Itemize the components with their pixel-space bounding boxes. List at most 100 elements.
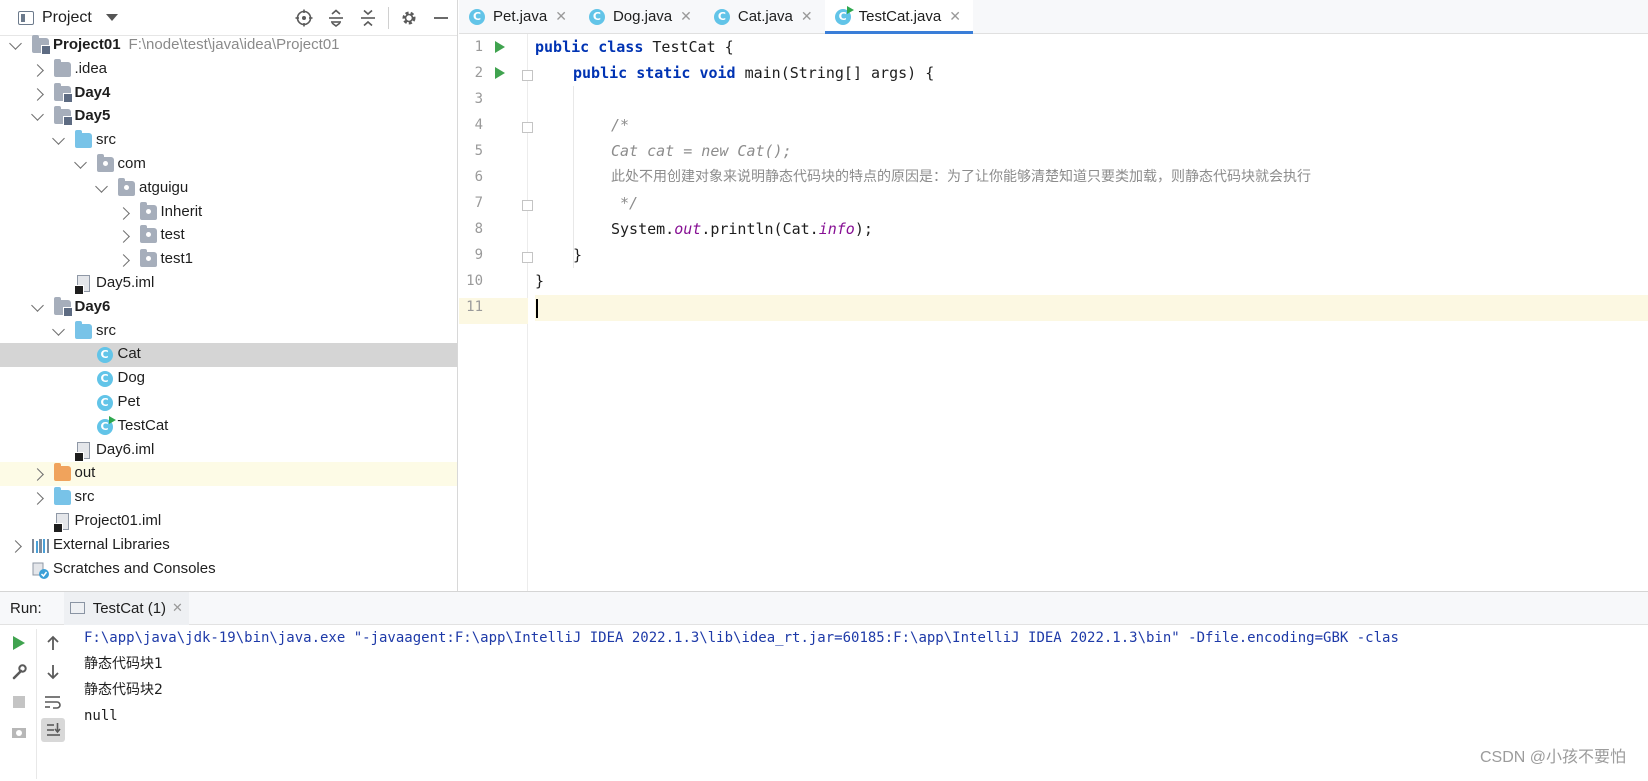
fold-marker-icon[interactable] bbox=[522, 252, 533, 263]
chevron-down-icon[interactable] bbox=[105, 14, 118, 21]
chevron-down-icon[interactable] bbox=[9, 37, 22, 50]
up-arrow-icon[interactable] bbox=[41, 631, 65, 655]
chevron-right-icon[interactable] bbox=[30, 492, 44, 506]
fold-marker-icon[interactable] bbox=[522, 200, 533, 211]
close-icon[interactable]: ✕ bbox=[949, 8, 961, 25]
tree-item-text: out bbox=[74, 464, 96, 482]
editor-tab-dog-java[interactable]: C Dog.java ✕ bbox=[579, 0, 704, 33]
rerun-icon[interactable] bbox=[7, 631, 31, 655]
chevron-right-icon[interactable] bbox=[30, 63, 44, 77]
stop-icon[interactable] bbox=[7, 690, 31, 714]
code-text: TestCat { bbox=[643, 38, 734, 56]
tree-item-scratches-and-consoles[interactable]: Scratches and Consoles bbox=[0, 558, 457, 582]
chevron-down-icon[interactable] bbox=[52, 132, 65, 146]
package-icon bbox=[118, 177, 135, 196]
tree-item-atguigu[interactable]: atguigu bbox=[0, 177, 457, 201]
tree-item-test1[interactable]: test1 bbox=[0, 248, 457, 272]
tab-label: TestCat.java bbox=[858, 8, 942, 25]
tree-item-testcat[interactable]: C TestCat bbox=[0, 415, 457, 439]
down-arrow-icon[interactable] bbox=[41, 660, 65, 684]
tree-item-project01[interactable]: Project01 F:\node\test\java\idea\Project0… bbox=[0, 34, 457, 58]
project-tool-window: Project Project01 F:\node\test\java\idea\… bbox=[0, 0, 458, 591]
chevron-right-icon[interactable] bbox=[30, 468, 44, 482]
code-text: .println(Cat. bbox=[701, 220, 819, 238]
scroll-to-end-icon[interactable] bbox=[41, 718, 65, 742]
line-number: 10 bbox=[466, 273, 483, 289]
class-icon: C bbox=[96, 347, 113, 364]
chevron-right-icon[interactable] bbox=[30, 87, 44, 101]
chevron-down-icon[interactable] bbox=[52, 322, 65, 336]
run-config-tab[interactable]: TestCat (1) ✕ bbox=[63, 591, 189, 625]
runnable-class-icon: C bbox=[96, 415, 116, 435]
console-output-line: 静态代码块2 bbox=[84, 682, 163, 698]
collapse-all-icon[interactable] bbox=[352, 0, 384, 36]
tree-item-text: TestCat bbox=[117, 416, 169, 434]
tree-item-day5[interactable]: Day5 bbox=[0, 105, 457, 129]
locate-icon[interactable] bbox=[288, 0, 320, 36]
tree-item-day4[interactable]: Day4 bbox=[0, 82, 457, 106]
tree-item--idea[interactable]: .idea bbox=[0, 58, 457, 82]
tree-item-dog[interactable]: C Dog bbox=[0, 367, 457, 391]
tree-item-inherit[interactable]: Inherit bbox=[0, 201, 457, 225]
minimize-icon[interactable] bbox=[425, 0, 457, 36]
project-view-selector[interactable]: Project bbox=[42, 9, 92, 27]
fold-marker-icon[interactable] bbox=[522, 70, 533, 81]
close-icon[interactable]: ✕ bbox=[680, 8, 692, 25]
editor-tab-cat-java[interactable]: C Cat.java ✕ bbox=[704, 0, 825, 33]
tab-label: Pet.java bbox=[493, 8, 548, 25]
tree-item-label: Dog bbox=[118, 369, 146, 386]
code-editor[interactable]: public class TestCat { public static voi… bbox=[535, 34, 1648, 591]
line-number: 3 bbox=[474, 91, 483, 107]
tree-item-out[interactable]: out bbox=[0, 462, 457, 487]
chevron-right-icon[interactable] bbox=[116, 230, 130, 244]
module-folder-icon bbox=[53, 296, 73, 317]
close-icon[interactable]: ✕ bbox=[172, 600, 183, 616]
soft-wrap-icon[interactable] bbox=[41, 690, 65, 714]
fold-marker-icon[interactable] bbox=[522, 122, 533, 133]
tree-item-external-libraries[interactable]: External Libraries bbox=[0, 534, 457, 558]
expand-all-icon[interactable] bbox=[320, 0, 352, 36]
tree-item-src[interactable]: src bbox=[0, 129, 457, 153]
watermark: CSDN @小孩不要怕 bbox=[1479, 749, 1626, 766]
project-toolbar bbox=[288, 0, 457, 36]
tree-item-src[interactable]: src bbox=[0, 320, 457, 344]
tree-item-com[interactable]: com bbox=[0, 153, 457, 177]
editor-tab-pet-java[interactable]: C Pet.java ✕ bbox=[459, 0, 579, 33]
tree-item-day6[interactable]: Day6 bbox=[0, 296, 457, 320]
chevron-down-icon[interactable] bbox=[30, 298, 44, 312]
class-icon: C bbox=[713, 8, 730, 25]
tree-item-text: Project01 bbox=[53, 36, 121, 53]
code-line-5: Cat cat = new Cat(); bbox=[611, 142, 792, 160]
tree-item-src[interactable]: src bbox=[0, 486, 457, 510]
tree-item-project01-iml[interactable]: Project01.iml bbox=[0, 510, 457, 534]
tree-item-day5-iml[interactable]: Day5.iml bbox=[0, 272, 457, 296]
wrench-icon[interactable] bbox=[7, 660, 31, 684]
chevron-right-icon[interactable] bbox=[116, 206, 130, 220]
chevron-down-icon[interactable] bbox=[73, 156, 87, 169]
chevron-right-icon[interactable] bbox=[116, 254, 130, 268]
gear-icon[interactable] bbox=[393, 0, 425, 36]
iml-file-icon bbox=[74, 274, 90, 295]
code-line-4: /* bbox=[611, 116, 630, 134]
tree-item-pet[interactable]: C Pet bbox=[0, 391, 457, 415]
camera-icon[interactable] bbox=[7, 720, 31, 744]
tree-item-test[interactable]: test bbox=[0, 224, 457, 248]
tree-item-label: src bbox=[75, 488, 95, 505]
close-icon[interactable]: ✕ bbox=[555, 8, 567, 25]
console-output[interactable]: F:\app\java\jdk-19\bin\java.exe "-javaag… bbox=[84, 625, 1648, 781]
tree-item-label: src bbox=[96, 322, 116, 339]
editor-tab-bar: C Pet.java ✕ C Dog.java ✕ C Cat.java ✕ C TestCat.j… bbox=[459, 0, 1648, 34]
close-icon[interactable]: ✕ bbox=[801, 8, 813, 25]
tree-item-cat[interactable]: C Cat bbox=[0, 343, 457, 368]
tree-item-day6-iml[interactable]: Day6.iml bbox=[0, 439, 457, 463]
editor-tab-testcat-java[interactable]: C TestCat.java ✕ bbox=[824, 0, 974, 34]
indent-guide bbox=[573, 86, 574, 268]
chevron-right-icon[interactable] bbox=[9, 539, 22, 553]
tree-item-text: Cat bbox=[117, 345, 141, 363]
tree-item-label: test1 bbox=[161, 250, 194, 267]
run-main-gutter-icon[interactable] bbox=[495, 67, 505, 79]
chevron-down-icon[interactable] bbox=[30, 108, 44, 122]
run-toolbar bbox=[0, 625, 76, 781]
run-class-gutter-icon[interactable] bbox=[495, 41, 505, 53]
chevron-down-icon[interactable] bbox=[95, 179, 108, 193]
